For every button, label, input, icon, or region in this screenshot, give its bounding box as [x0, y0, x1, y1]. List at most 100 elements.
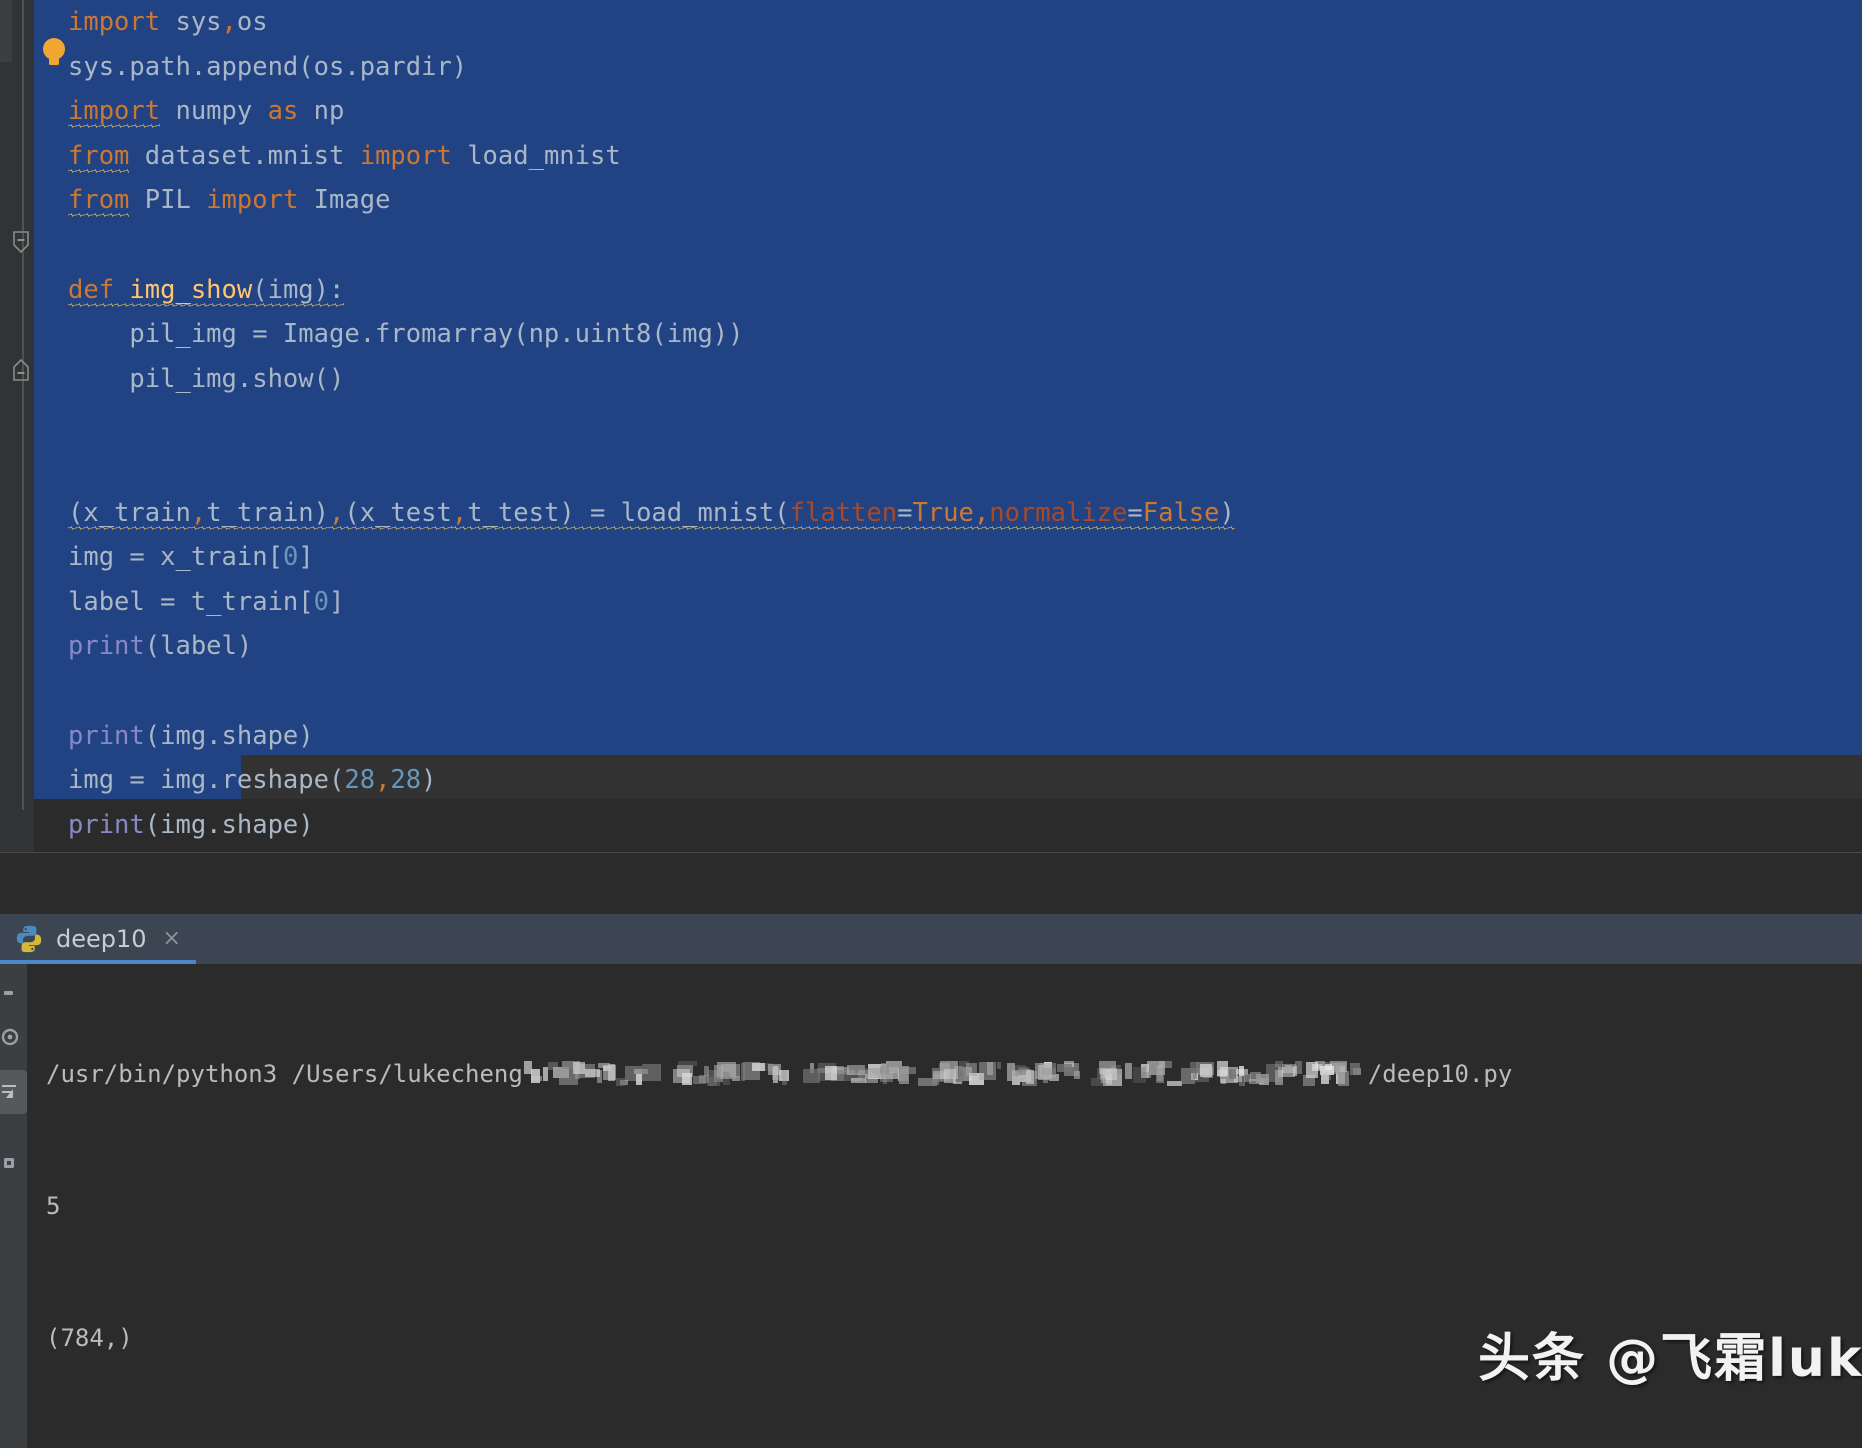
- code-token: import: [68, 7, 161, 37]
- code-line[interactable]: import numpy as np: [68, 89, 1862, 134]
- code-line[interactable]: print(img.shape): [68, 803, 1862, 848]
- code-token: False: [1142, 497, 1220, 528]
- code-line[interactable]: [68, 223, 1862, 268]
- fold-collapse-icon-end[interactable]: [11, 358, 31, 381]
- code-token: import: [68, 96, 161, 127]
- tab-label: deep10: [56, 925, 147, 953]
- code-line[interactable]: pil_img.show(): [68, 357, 1862, 402]
- code-line[interactable]: img = x_train[0]: [68, 535, 1862, 580]
- code-token: def: [68, 274, 115, 305]
- code-token: [114, 275, 129, 305]
- code-token: ): [421, 765, 437, 796]
- code-line[interactable]: (x_train,t_train),(x_test,t_test) = load…: [68, 491, 1862, 536]
- code-token: ): [1219, 497, 1235, 528]
- code-line[interactable]: label = t_train[0]: [68, 580, 1862, 625]
- code-token: load_mnist: [451, 140, 621, 171]
- code-token: print: [68, 720, 145, 751]
- soft-wrap-icon[interactable]: [0, 1078, 22, 1104]
- code-token: ]: [329, 586, 345, 617]
- code-token: ,: [973, 497, 990, 528]
- code-token: =: [897, 497, 913, 528]
- stop-icon[interactable]: [0, 1024, 22, 1050]
- code-token: as: [267, 96, 299, 127]
- print-icon[interactable]: [0, 1150, 22, 1176]
- code-token: pil_img = Image.fromarray(np.uint8(img)): [68, 319, 744, 350]
- code-line[interactable]: print(label): [68, 624, 1862, 669]
- code-line[interactable]: from dataset.mnist import load_mnist: [68, 134, 1862, 179]
- code-token: label = t_train[: [68, 586, 314, 617]
- code-token: os: [236, 7, 268, 37]
- fold-collapse-icon-def[interactable]: [11, 231, 31, 254]
- code-token: np: [298, 96, 345, 127]
- code-token: Image: [298, 185, 391, 216]
- run-tool-window-tabbar: deep10 ×: [0, 914, 1862, 964]
- code-token: t_train): [206, 497, 330, 528]
- code-line[interactable]: import sys,os: [68, 0, 1862, 45]
- code-token: img_show: [129, 274, 253, 305]
- console-command-prefix: /usr/bin/python3 /Users/lukecheng: [46, 1060, 523, 1088]
- code-token: ,: [221, 7, 237, 37]
- code-token: ,: [190, 497, 207, 528]
- code-line[interactable]: [68, 669, 1862, 714]
- console-command-suffix: /deep10.py: [1367, 1060, 1513, 1088]
- code-token: ,: [375, 765, 391, 796]
- code-token: (img.shape): [144, 809, 314, 840]
- editor-annotation-strip-highlight: [0, 0, 12, 62]
- code-token: flatten: [789, 497, 898, 528]
- panel-gap: [0, 858, 1862, 914]
- code-token: (x_test: [344, 497, 452, 528]
- code-token: numpy: [160, 96, 268, 127]
- code-token: from: [68, 140, 130, 171]
- console-output-line: 5: [46, 1192, 61, 1220]
- code-token: (img.shape): [144, 720, 314, 751]
- code-line[interactable]: from PIL import Image: [68, 178, 1862, 223]
- code-token: ,: [451, 497, 468, 528]
- code-token: pil_img.show(): [68, 363, 345, 394]
- code-token: t_test) = load_mnist(: [467, 497, 790, 528]
- code-line[interactable]: [68, 446, 1862, 491]
- code-token: import: [359, 140, 452, 171]
- redacted-path-segment: [522, 1061, 1368, 1087]
- code-token: 28: [344, 765, 376, 796]
- code-token: PIL: [129, 185, 207, 216]
- code-line[interactable]: img = img.reshape(28,28): [68, 758, 1862, 803]
- gutter-divider-line: [22, 0, 24, 810]
- code-line[interactable]: print(img.shape): [68, 714, 1862, 759]
- console-toolbar[interactable]: [0, 964, 28, 1448]
- watermark: 头条 @飞霜luke: [1478, 1329, 1862, 1389]
- code-token: from: [68, 185, 130, 216]
- console-command-line: /usr/bin/python3 /Users/lukecheng/deep10…: [46, 1052, 1862, 1096]
- editor-annotation-strip[interactable]: [0, 0, 12, 852]
- code-token: ]: [298, 542, 314, 573]
- code-token: import: [206, 185, 299, 216]
- rerun-icon[interactable]: [0, 982, 22, 1008]
- tab-deep10[interactable]: deep10 ×: [0, 914, 207, 964]
- lightbulb-icon[interactable]: [40, 36, 68, 70]
- code-token: sys: [160, 7, 222, 37]
- code-token: print: [68, 631, 145, 662]
- code-token: img = img.reshape(: [68, 765, 345, 796]
- code-token: normalize: [989, 497, 1128, 528]
- code-token: print: [68, 809, 145, 840]
- code-line[interactable]: def img_show(img):: [68, 268, 1862, 313]
- ide-window: import sys,os sys.path.append(os.pardir) i…: [0, 0, 1862, 1448]
- close-icon[interactable]: ×: [163, 928, 181, 950]
- code-line[interactable]: pil_img = Image.fromarray(np.uint8(img)): [68, 312, 1862, 357]
- code-token: img = x_train[: [68, 542, 283, 573]
- code-token: (img):: [252, 274, 345, 305]
- editor-lines[interactable]: import sys,os sys.path.append(os.pardir) i…: [68, 0, 1862, 852]
- code-token: sys.path.append(os.pardir): [68, 51, 468, 82]
- code-token: 0: [282, 542, 299, 573]
- code-token: (x_train: [68, 497, 191, 528]
- code-line[interactable]: [68, 401, 1862, 446]
- code-editor[interactable]: import sys,os sys.path.append(os.pardir) i…: [0, 0, 1862, 852]
- code-token: 0: [313, 586, 329, 617]
- code-line[interactable]: sys.path.append(os.pardir): [68, 45, 1862, 90]
- code-token: True: [912, 497, 974, 528]
- code-token: =: [1127, 497, 1143, 528]
- code-token: (label): [144, 631, 253, 662]
- code-token: dataset.mnist: [129, 140, 360, 171]
- python-icon: [14, 924, 44, 954]
- code-token: 28: [390, 765, 422, 796]
- code-token: ,: [329, 497, 345, 528]
